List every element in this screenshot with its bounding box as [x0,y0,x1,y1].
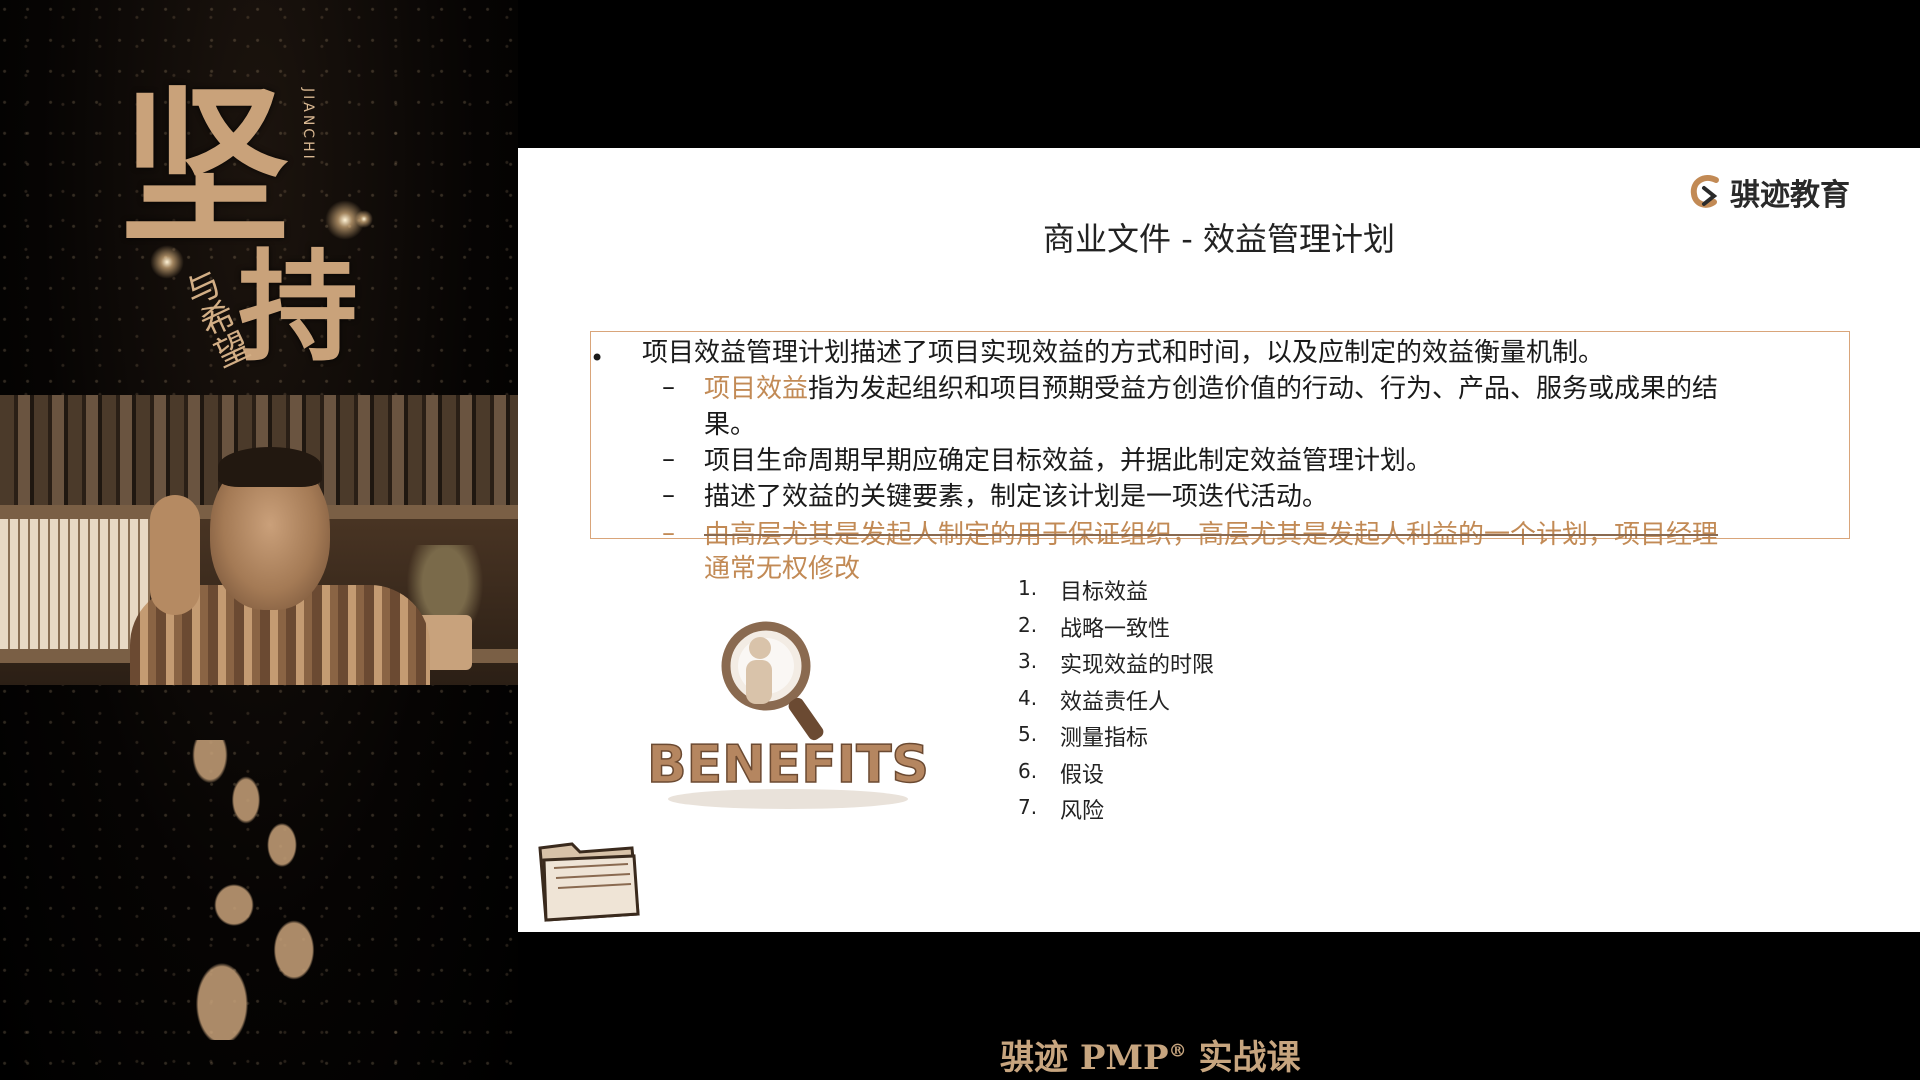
list-item-number: 7. [1018,795,1038,819]
sub-bullet-4-line1: 由高层尤其是发起人制定的用于保证组织，高层尤其是发起人利益的一个计划，项目经理 [704,520,1719,550]
speaker-poster-panel: 坚 持 JIANCHI 与希望 [0,0,518,1080]
list-item-number: 2. [1018,612,1038,637]
dash-marker: – [662,480,675,510]
list-item-number: 5. [1018,722,1038,746]
sub-bullet-1: 项目效益指为发起组织和项目预期受益方创造价值的行动、行为、产品、服务或成果的结 [704,372,1718,406]
speaker-video [0,395,518,685]
benefits-magnifier-image: BENEFITS [648,621,928,809]
list-item-number: 1. [1018,576,1038,600]
sub-bullet-2: 项目生命周期早期应确定目标效益，并据此制定效益管理计划。 [704,446,1433,476]
speaker-hair [218,447,322,487]
bookshelf-lower [0,519,150,649]
brand-logo-icon [1690,174,1719,208]
folder-icon [538,842,640,922]
brand-logo-text: 骐迹教育 [1730,178,1850,213]
list-item-text: 效益责任人 [1060,689,1171,715]
list-item-text: 目标效益 [1060,580,1149,605]
list-item-text: 测量指标 [1060,726,1149,751]
course-caption-pre: 骐迹 PMP [1000,1038,1169,1078]
bullet-marker: • [590,344,605,372]
main-bullet-text: 项目效益管理计划描述了项目实现效益的方式和时间，以及应制定的效益衡量机制。 [642,338,1605,368]
sub-bullet-1-highlight: 项目效益 [704,374,809,404]
sub-bullet-1-line2: 果。 [704,410,757,440]
presentation-slide: 骐迹教育 商业文件 - 效益管理计划 • 项目效益管理计划描述了项目实现效益的方… [518,148,1920,932]
poster-pinyin: JIANCHI [300,88,316,162]
course-caption: 骐迹 PMP® 实战课 [1000,1030,1300,1079]
list-item-text: 风险 [1060,799,1105,824]
sub-bullet-1-rest: 指为发起组织和项目预期受益方创造价值的行动、行为、产品、服务或成果的结 [808,374,1719,404]
list-item-number: 3. [1018,649,1038,673]
speaker-hand [150,495,200,615]
course-caption-post: 实战课 [1186,1038,1301,1078]
list-item-text: 战略一致性 [1060,616,1171,642]
sub-bullet-3: 描述了效益的关键要素，制定该计划是一项迭代活动。 [704,482,1329,512]
slide-title: 商业文件 - 效益管理计划 [1043,220,1395,258]
benefits-word: BENEFITS [648,735,928,795]
brand-logo: 骐迹教育 [1686,172,1850,213]
sub-bullet-4-line2: 通常无权修改 [704,554,861,584]
list-item-text: 假设 [1060,762,1105,788]
dash-marker: – [662,444,675,474]
list-item-number: 6. [1018,758,1038,783]
dash-marker: – [662,518,675,548]
dash-marker: – [662,372,675,402]
footprints-graphic [150,740,390,1040]
list-item-text: 实现效益的时限 [1060,653,1215,678]
registered-mark: ® [1168,1040,1187,1062]
poster-char-chi: 持 [238,237,358,378]
list-item-number: 4. [1018,685,1038,710]
